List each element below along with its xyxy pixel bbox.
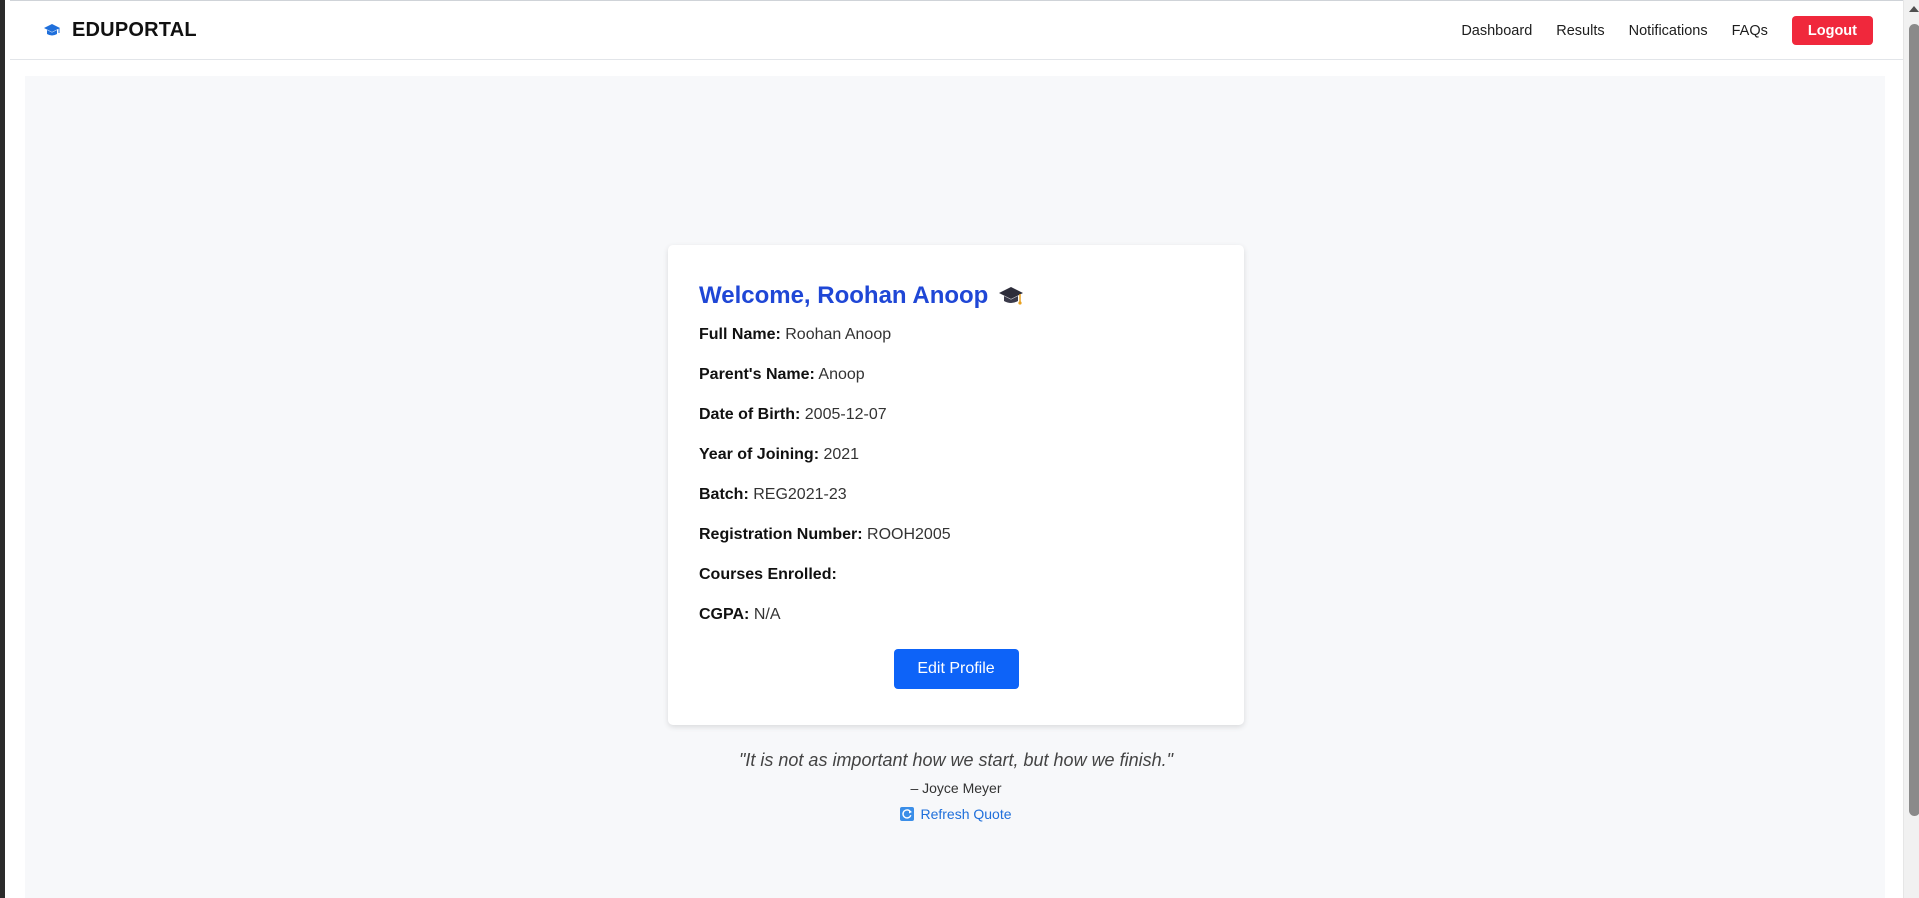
registration-number-row: Registration Number: ROOH2005 — [699, 525, 1213, 565]
refresh-quote-link[interactable]: Refresh Quote — [900, 806, 1012, 822]
nav-notifications[interactable]: Notifications — [1629, 17, 1708, 45]
edit-profile-button[interactable]: Edit Profile — [893, 649, 1019, 689]
batch-row: Batch: REG2021-23 — [699, 485, 1213, 525]
cgpa-value: N/A — [753, 606, 781, 623]
browser-viewport: EDUPORTAL Dashboard Results Notification… — [0, 0, 1919, 898]
top-navbar: EDUPORTAL Dashboard Results Notification… — [10, 0, 1903, 60]
field-label: Date of Birth: — [699, 406, 801, 423]
field-label: CGPA: — [699, 606, 750, 623]
quote-author: – Joyce Meyer — [910, 780, 1002, 796]
main-content: Welcome, Roohan Anoop Full Name: Roohan … — [25, 76, 1885, 898]
quote-section: "It is not as important how we start, bu… — [668, 750, 1244, 826]
graduation-cap-icon — [44, 23, 60, 38]
brand-name: EDUPORTAL — [72, 19, 197, 41]
nav-faqs[interactable]: FAQs — [1732, 17, 1768, 45]
graduation-cap-emoji-icon — [998, 285, 1024, 307]
scrollbar-thumb[interactable] — [1909, 24, 1919, 816]
field-label: Batch: — [699, 486, 749, 503]
courses-enrolled-row: Courses Enrolled: — [699, 565, 1213, 605]
nav-dashboard[interactable]: Dashboard — [1461, 17, 1532, 45]
field-label: Full Name: — [699, 326, 781, 343]
date-of-birth-value: 2005-12-07 — [804, 406, 887, 423]
year-of-joining-row: Year of Joining: 2021 — [699, 445, 1213, 485]
parent-name-value: Anoop — [818, 366, 865, 383]
year-of-joining-value: 2021 — [823, 446, 860, 463]
cgpa-row: CGPA: N/A — [699, 605, 1213, 645]
parent-name-row: Parent's Name: Anoop — [699, 365, 1213, 405]
quote-text: "It is not as important how we start, bu… — [739, 750, 1173, 770]
field-label: Parent's Name: — [699, 366, 815, 383]
welcome-heading: Welcome, Roohan Anoop — [699, 279, 1213, 313]
profile-card: Welcome, Roohan Anoop Full Name: Roohan … — [668, 245, 1244, 725]
full-name-row: Full Name: Roohan Anoop — [699, 325, 1213, 365]
edit-profile-wrap: Edit Profile — [699, 649, 1213, 689]
full-name-value: Roohan Anoop — [785, 326, 892, 343]
date-of-birth-row: Date of Birth: 2005-12-07 — [699, 405, 1213, 445]
refresh-icon — [900, 807, 915, 821]
vertical-scrollbar[interactable] — [1903, 0, 1919, 898]
batch-value: REG2021-23 — [753, 486, 847, 503]
welcome-text: Welcome, Roohan Anoop — [699, 282, 989, 309]
field-label: Courses Enrolled: — [699, 566, 837, 583]
brand[interactable]: EDUPORTAL — [44, 19, 197, 42]
refresh-quote-label: Refresh Quote — [920, 806, 1012, 822]
nav-links: Dashboard Results Notifications FAQs Log… — [1437, 16, 1873, 45]
field-label: Year of Joining: — [699, 446, 820, 463]
field-label: Registration Number: — [699, 526, 863, 543]
nav-results[interactable]: Results — [1556, 17, 1604, 45]
scroll-up-arrow-icon[interactable] — [1909, 6, 1919, 12]
logout-button[interactable]: Logout — [1791, 16, 1873, 45]
registration-number-value: ROOH2005 — [867, 526, 951, 543]
